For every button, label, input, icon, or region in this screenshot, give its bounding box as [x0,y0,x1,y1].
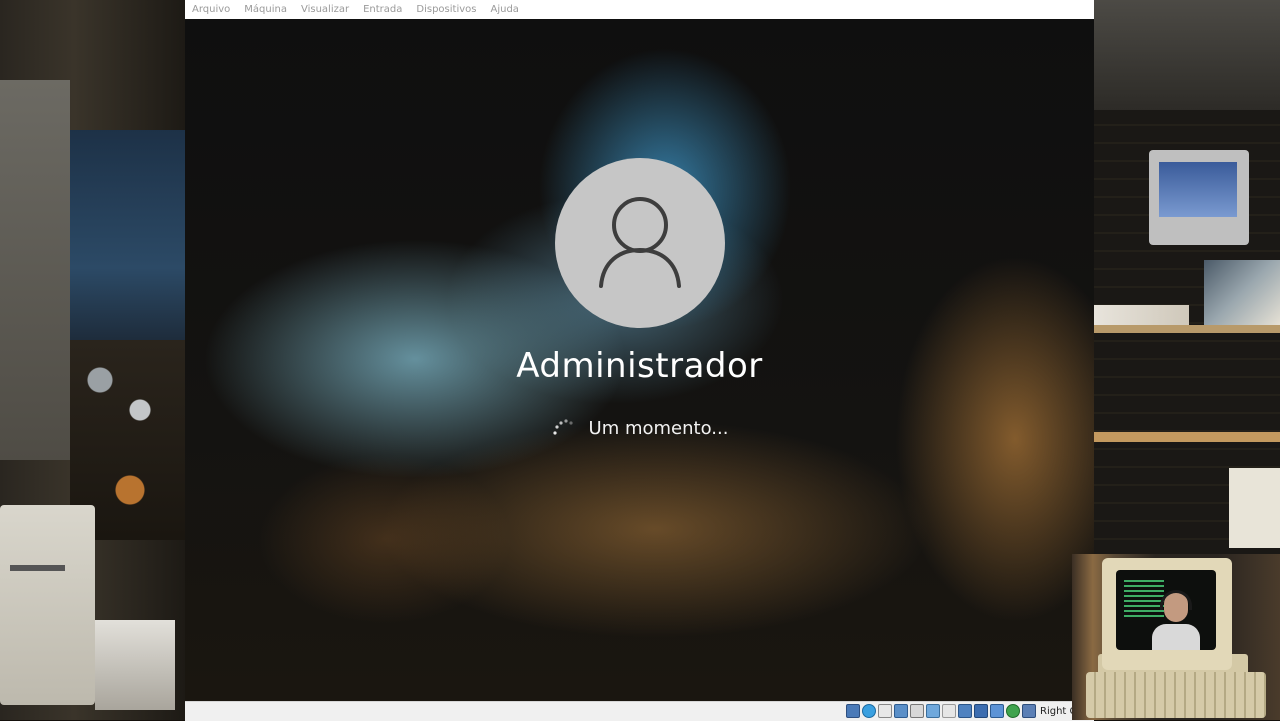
menu-maquina[interactable]: Máquina [244,4,287,15]
keyboard-icon[interactable] [1022,704,1036,718]
shared-folder-icon[interactable] [926,704,940,718]
retro-terminal-screen [1116,570,1216,650]
menu-ajuda[interactable]: Ajuda [490,4,518,15]
webcam-overlay [1072,554,1280,720]
streamer [1146,588,1206,650]
room-window-light [70,130,185,360]
vm-statusbar: Right Control [185,701,1094,721]
retro-monitor [1149,150,1249,245]
room-ceiling [1094,0,1280,110]
room-wall [0,80,70,460]
hard-disk-icon[interactable] [846,704,860,718]
retro-keyboard [1086,672,1266,718]
shelf-boxes [1094,305,1189,327]
retro-terminal-monitor [1102,558,1232,670]
recording-icon[interactable] [974,704,988,718]
usb-icon[interactable] [910,704,924,718]
background-room-left [0,0,185,720]
login-status: Um momento... [185,415,1094,441]
audio-icon[interactable] [878,704,892,718]
display-icon[interactable] [942,704,956,718]
vm-menubar: Arquivo Máquina Visualizar Entrada Dispo… [185,0,1094,19]
mouse-integration-icon[interactable] [1006,704,1020,718]
network-icon[interactable] [894,704,908,718]
room-shelf-lower [1094,432,1280,442]
video-capture-icon[interactable] [958,704,972,718]
retro-computer-case [0,505,95,705]
menu-dispositivos[interactable]: Dispositivos [416,4,476,15]
menu-visualizar[interactable]: Visualizar [301,4,349,15]
login-username: Administrador [516,346,763,386]
room-card [1229,468,1280,548]
menu-entrada[interactable]: Entrada [363,4,402,15]
virtualbox-window: Arquivo Máquina Visualizar Entrada Dispo… [185,0,1094,721]
menu-arquivo[interactable]: Arquivo [192,4,230,15]
headset-icon [1160,590,1192,610]
loading-spinner-icon [551,415,577,441]
room-poster [1204,260,1280,325]
streamer-body [1152,624,1200,650]
statusbar-icons: Right Control [846,704,1094,718]
status-message: Um momento... [588,417,729,439]
user-avatar [555,158,725,328]
user-icon [599,197,681,288]
room-shelf-upper [1094,325,1280,333]
optical-drive-icon[interactable] [862,704,876,718]
cpu-icon[interactable] [990,704,1004,718]
room-stand [95,620,175,710]
guest-display-lock-screen[interactable]: Administrador Um momento... [185,19,1094,701]
